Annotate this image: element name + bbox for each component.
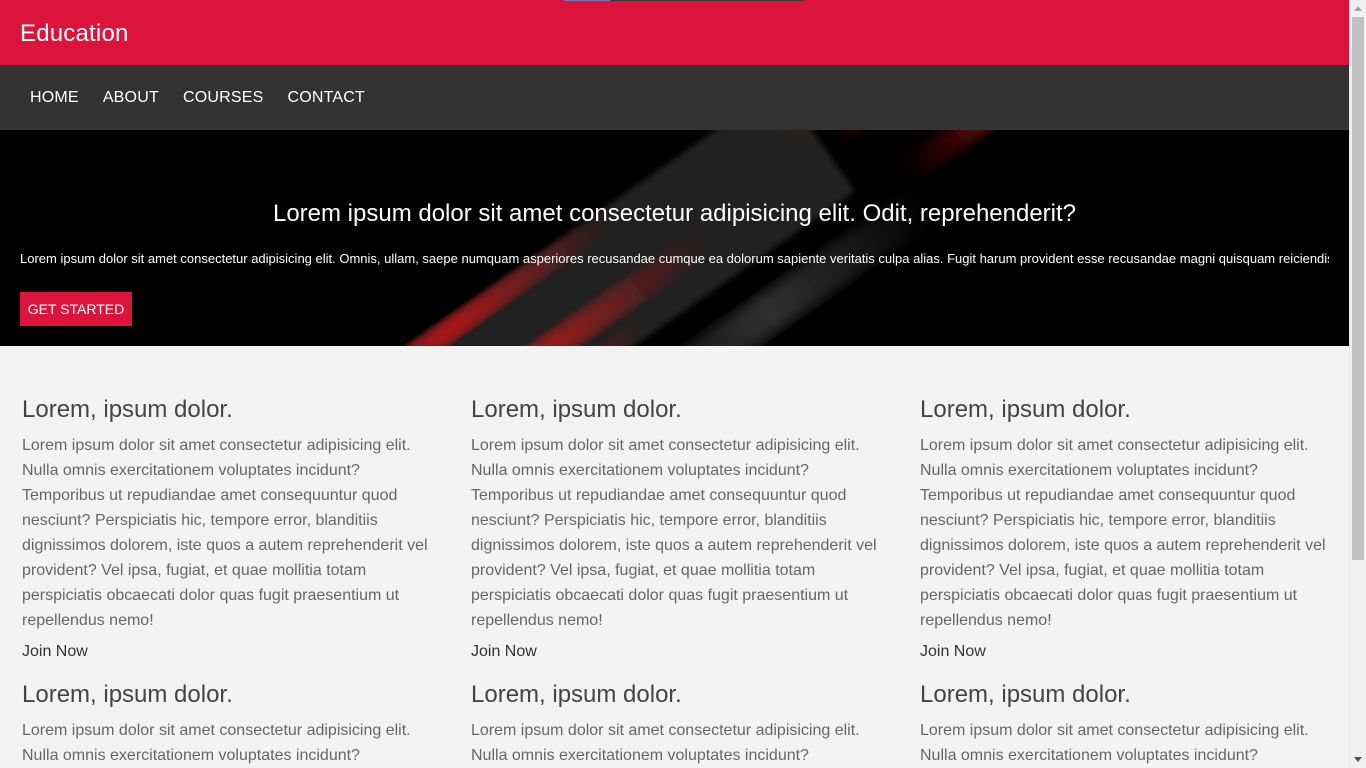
join-now-link[interactable]: Join Now [920,643,986,661]
course-card: Lorem, ipsum dolor. Lorem ipsum dolor si… [920,681,1335,768]
nav-contact[interactable]: CONTACT [275,89,377,107]
site-brand[interactable]: Education [20,20,129,48]
course-card: Lorem, ipsum dolor. Lorem ipsum dolor si… [471,681,886,768]
get-started-button[interactable]: GET STARTED [20,292,132,326]
scroll-up-icon[interactable] [1354,6,1362,11]
page-scrollbar[interactable] [1349,0,1366,768]
card-text: Lorem ipsum dolor sit amet consectetur a… [22,722,411,764]
course-card: Lorem, ipsum dolor. Lorem ipsum dolor si… [22,681,437,768]
scrollbar-thumb[interactable] [1352,17,1364,560]
join-now-link[interactable]: Join Now [471,643,537,661]
card-text: Lorem ipsum dolor sit amet consectetur a… [22,437,428,629]
nav-about[interactable]: ABOUT [91,89,171,107]
top-progress-strip [564,0,804,1]
card-text: Lorem ipsum dolor sit amet consectetur a… [920,722,1309,764]
course-card: Lorem, ipsum dolor. Lorem ipsum dolor si… [22,396,437,661]
card-title: Lorem, ipsum dolor. [471,681,682,708]
card-text: Lorem ipsum dolor sit amet consectetur a… [920,437,1326,629]
main-nav: HOME ABOUT COURSES CONTACT [0,65,1349,130]
join-now-link[interactable]: Join Now [22,643,88,661]
page: Education HOME ABOUT COURSES CONTACT Lor… [0,0,1349,768]
card-title: Lorem, ipsum dolor. [22,681,233,708]
course-card: Lorem, ipsum dolor. Lorem ipsum dolor si… [920,396,1335,661]
scroll-down-icon[interactable] [1354,757,1362,762]
hero-title: Lorem ipsum dolor sit amet consectetur a… [272,200,1077,227]
course-card: Lorem, ipsum dolor. Lorem ipsum dolor si… [471,396,886,661]
nav-courses[interactable]: COURSES [171,89,276,107]
card-text: Lorem ipsum dolor sit amet consectetur a… [471,437,877,629]
hero-banner: Lorem ipsum dolor sit amet consectetur a… [0,130,1349,346]
hero-text: Lorem ipsum dolor sit amet consectetur a… [20,251,1329,266]
card-title: Lorem, ipsum dolor. [920,681,1131,708]
card-title: Lorem, ipsum dolor. [471,396,682,423]
nav-home[interactable]: HOME [18,89,91,107]
site-header: Education [0,0,1349,65]
card-title: Lorem, ipsum dolor. [22,396,233,423]
card-title: Lorem, ipsum dolor. [920,396,1131,423]
card-text: Lorem ipsum dolor sit amet consectetur a… [471,722,860,764]
hero-background-image [0,130,1349,346]
